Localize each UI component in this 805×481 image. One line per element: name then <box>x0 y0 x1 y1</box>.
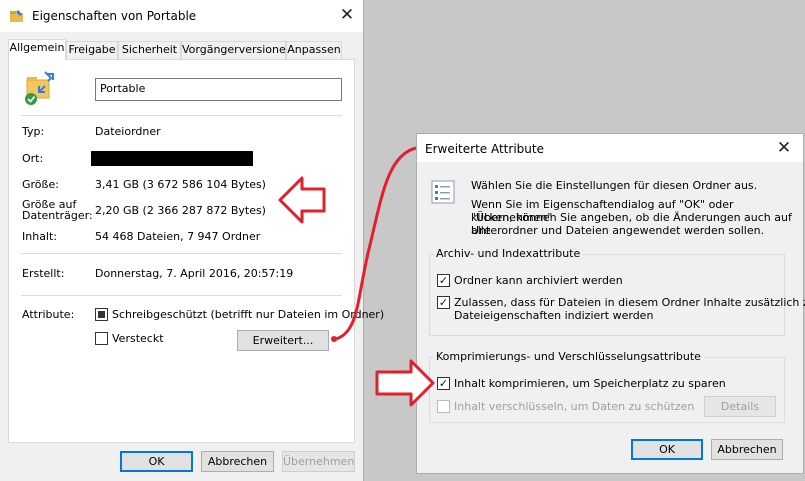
ok-button[interactable]: OK <box>631 439 703 460</box>
redacted-location <box>91 151 253 166</box>
checklist-icon <box>431 180 455 204</box>
ort-label: Ort: <box>22 152 44 165</box>
tab-vorgaengerversionen[interactable]: Vorgängerversionen <box>181 41 293 59</box>
groesse-auf-label-2: Datenträger: <box>22 209 93 222</box>
title-bar: Erweiterte Attribute ✕ <box>417 134 803 162</box>
separator <box>21 115 342 116</box>
erstellt-value: Donnerstag, 7. April 2016, 20:57:19 <box>95 267 294 280</box>
erstellt-label: Erstellt: <box>22 267 65 280</box>
compress-label: Inhalt komprimieren, um Speicherplatz zu… <box>454 377 726 390</box>
dialog-title: Eigenschaften von Portable <box>32 9 197 23</box>
tab-allgemein[interactable]: Allgemein <box>8 39 66 60</box>
attribute-label: Attribute: <box>22 308 75 321</box>
general-tab-panel: Portable Typ: Dateiordner Ort: Größe: 3,… <box>8 59 384 443</box>
readonly-label: Schreibgeschützt (betrifft nur Dateien i… <box>112 308 385 321</box>
folder-wrench-icon <box>10 10 23 22</box>
index-label-line1: Zulassen, dass für Dateien in diesem Ord… <box>454 296 805 309</box>
readonly-checkbox[interactable] <box>95 308 108 321</box>
inhalt-value: 54 468 Dateien, 7 947 Ordner <box>95 230 261 243</box>
typ-value: Dateiordner <box>95 125 161 138</box>
tab-sicherheit[interactable]: Sicherheit <box>118 41 181 59</box>
encrypt-label: Inhalt verschlüsseln, um Daten zu schütz… <box>454 400 695 413</box>
typ-label: Typ: <box>22 125 45 138</box>
compress-checkbox[interactable]: ✓ <box>437 377 450 390</box>
archive-group <box>429 254 785 336</box>
inhalt-label: Inhalt: <box>22 230 58 243</box>
apply-button: Übernehmen <box>282 451 355 472</box>
groesse-auf-value: 2,20 GB (2 366 287 872 Bytes) <box>95 204 266 217</box>
separator <box>21 295 342 296</box>
close-button[interactable]: ✕ <box>769 137 799 159</box>
folder-name-input[interactable]: Portable <box>95 78 342 101</box>
advanced-button[interactable]: Erweitert... <box>237 330 329 351</box>
groesse-label: Größe: <box>22 178 59 191</box>
dialog-title: Erweiterte Attribute <box>425 142 544 156</box>
title-bar: Eigenschaften von Portable ✕ <box>0 0 363 32</box>
close-button[interactable]: ✕ <box>332 4 362 26</box>
details-button: Details <box>704 396 776 417</box>
ok-button[interactable]: OK <box>120 451 193 472</box>
hidden-checkbox[interactable] <box>95 332 108 345</box>
archive-group-title: Archiv- und Indexattribute <box>433 248 584 260</box>
encrypt-checkbox <box>437 400 450 413</box>
archive-checkbox[interactable]: ✓ <box>437 274 450 287</box>
intro-text: Wählen Sie die Einstellungen für diesen … <box>471 179 758 192</box>
hidden-label: Versteckt <box>112 332 164 345</box>
groesse-value: 3,41 GB (3 672 586 104 Bytes) <box>95 178 266 191</box>
archive-label: Ordner kann archiviert werden <box>454 274 623 287</box>
index-label-line2: Dateieigenschaften indiziert werden <box>454 309 654 322</box>
tab-freigabe[interactable]: Freigabe <box>66 41 118 59</box>
tab-anpassen[interactable]: Anpassen <box>286 41 342 59</box>
properties-dialog: Eigenschaften von Portable ✕ Allgemein F… <box>0 0 384 481</box>
cancel-button[interactable]: Abbrechen <box>711 439 783 460</box>
advanced-attributes-dialog: Erweiterte Attribute ✕ Wählen Sie die Ei… <box>416 133 805 474</box>
folder-compressed-icon <box>25 71 54 105</box>
separator <box>21 253 342 254</box>
compress-group-title: Komprimierungs- und Verschlüsselungsattr… <box>433 351 704 363</box>
index-checkbox[interactable]: ✓ <box>437 296 450 309</box>
cancel-button[interactable]: Abbrechen <box>201 451 274 472</box>
intro-detail-line3: Unterordner und Dateien angewendet werde… <box>471 224 765 237</box>
